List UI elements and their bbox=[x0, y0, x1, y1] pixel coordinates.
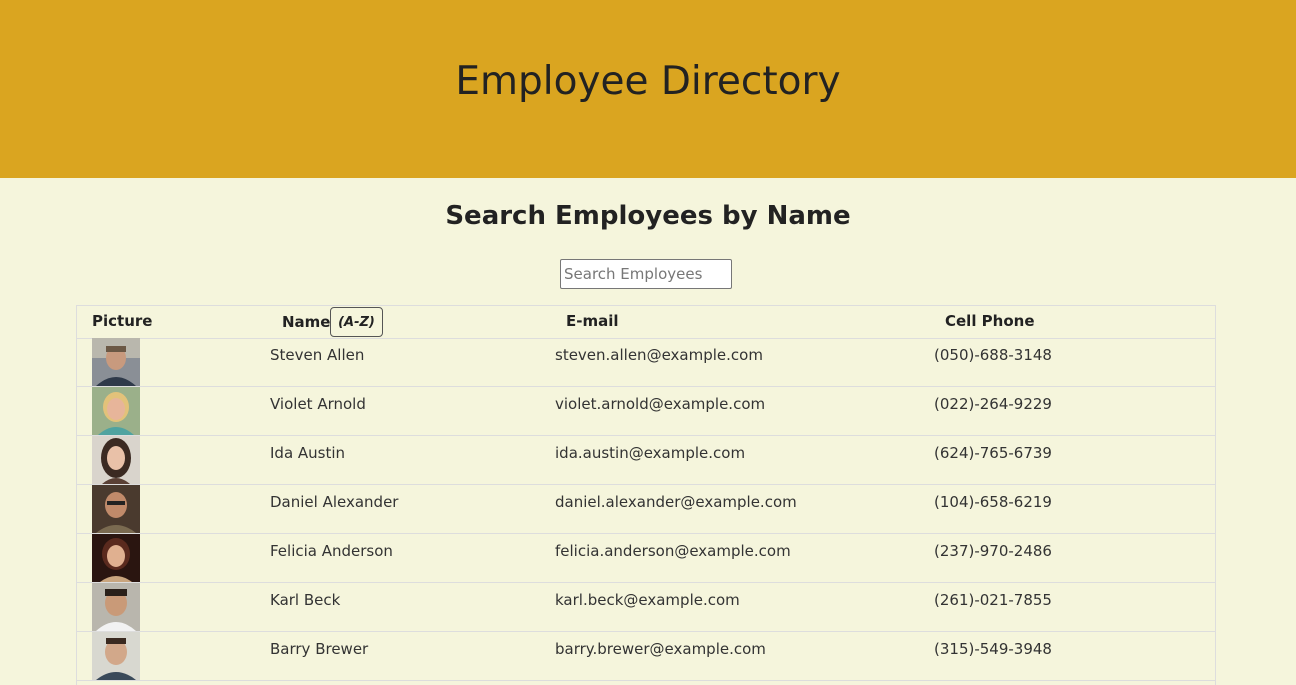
employee-avatar bbox=[92, 436, 140, 484]
search-input[interactable] bbox=[560, 259, 732, 289]
employee-phone: (315)-549-3948 bbox=[934, 640, 1052, 658]
page-title: Employee Directory bbox=[455, 59, 841, 104]
column-header-name: Name bbox=[282, 313, 331, 331]
employee-name: Karl Beck bbox=[270, 591, 341, 609]
table-row: Barry Brewer barry.brewer@example.com (3… bbox=[77, 632, 1215, 681]
page-header: Employee Directory bbox=[0, 0, 1296, 178]
employee-name: Violet Arnold bbox=[270, 395, 366, 413]
employee-avatar bbox=[92, 632, 140, 680]
employee-avatar bbox=[92, 583, 140, 631]
employee-avatar bbox=[92, 534, 140, 582]
employee-table: Picture Name (A-Z) E-mail Cell Phone Ste… bbox=[76, 305, 1216, 685]
employee-avatar bbox=[92, 387, 140, 435]
employee-name: Steven Allen bbox=[270, 346, 365, 364]
employee-name: Daniel Alexander bbox=[270, 493, 399, 511]
column-header-phone: Cell Phone bbox=[945, 312, 1035, 330]
employee-phone: (104)-658-6219 bbox=[934, 493, 1052, 511]
employee-phone: (050)-688-3148 bbox=[934, 346, 1052, 364]
employee-email: barry.brewer@example.com bbox=[555, 640, 766, 658]
employee-avatar bbox=[92, 338, 140, 386]
table-row: Felicia Anderson felicia.anderson@exampl… bbox=[77, 534, 1215, 583]
column-header-email: E-mail bbox=[566, 312, 619, 330]
table-row: Daniel Alexander daniel.alexander@exampl… bbox=[77, 485, 1215, 534]
employee-name: Ida Austin bbox=[270, 444, 346, 462]
table-row: Ida Austin ida.austin@example.com (624)-… bbox=[77, 436, 1215, 485]
employee-email: felicia.anderson@example.com bbox=[555, 542, 791, 560]
employee-name: Barry Brewer bbox=[270, 640, 369, 658]
employee-email: steven.allen@example.com bbox=[555, 346, 763, 364]
column-header-picture: Picture bbox=[92, 312, 153, 330]
employee-email: daniel.alexander@example.com bbox=[555, 493, 797, 511]
employee-avatar bbox=[92, 485, 140, 533]
table-header-row: Picture Name (A-Z) E-mail Cell Phone bbox=[77, 306, 1215, 339]
table-row: Violet Arnold violet.arnold@example.com … bbox=[77, 387, 1215, 436]
employee-phone: (624)-765-6739 bbox=[934, 444, 1052, 462]
sort-by-name-button[interactable]: (A-Z) bbox=[330, 307, 383, 337]
employee-phone: (237)-970-2486 bbox=[934, 542, 1052, 560]
table-row: Karl Beck karl.beck@example.com (261)-02… bbox=[77, 583, 1215, 632]
search-heading: Search Employees by Name bbox=[445, 201, 851, 231]
table-row: Steven Allen steven.allen@example.com (0… bbox=[77, 338, 1215, 387]
employee-name: Felicia Anderson bbox=[270, 542, 393, 560]
employee-email: karl.beck@example.com bbox=[555, 591, 740, 609]
employee-email: violet.arnold@example.com bbox=[555, 395, 766, 413]
employee-phone: (261)-021-7855 bbox=[934, 591, 1052, 609]
employee-email: ida.austin@example.com bbox=[555, 444, 746, 462]
employee-phone: (022)-264-9229 bbox=[934, 395, 1052, 413]
